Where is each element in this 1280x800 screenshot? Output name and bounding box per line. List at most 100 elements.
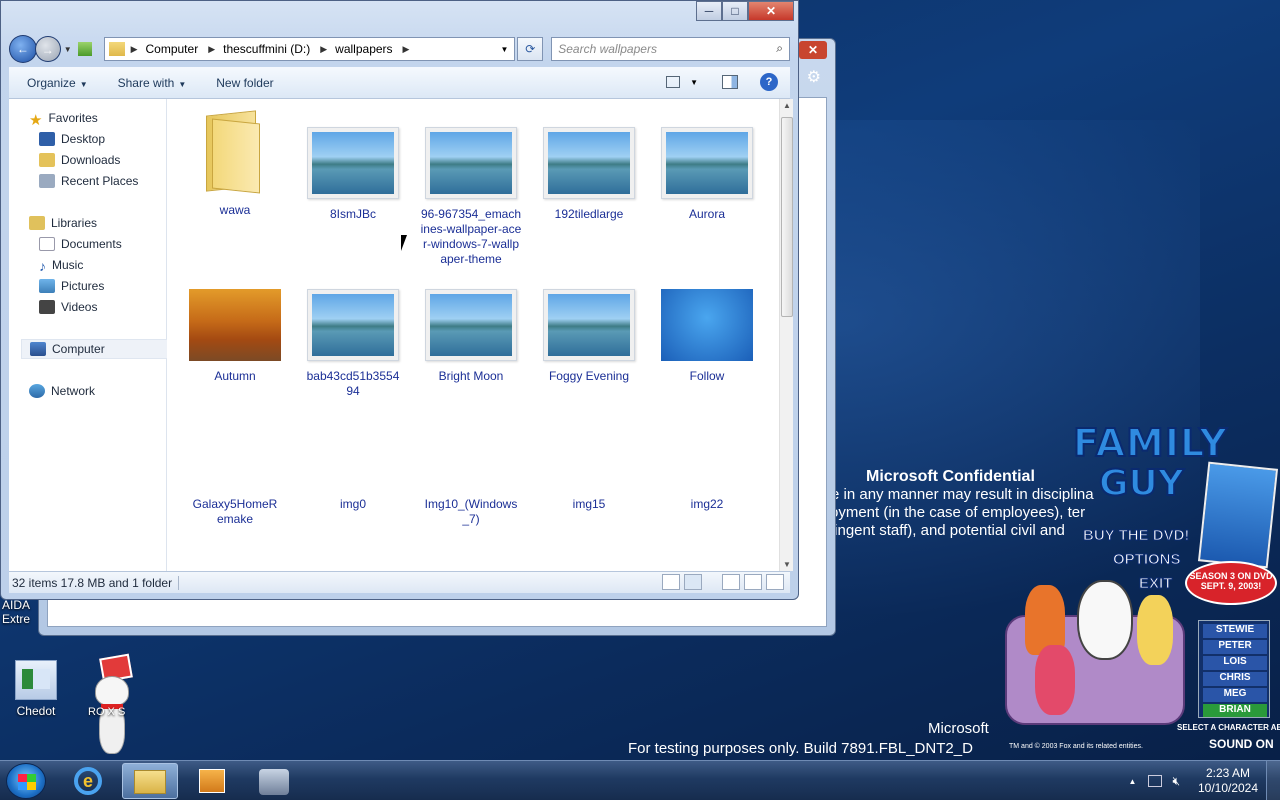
navigation-pane: ★ Favorites Desktop Downloads Recent Plac… xyxy=(9,99,173,571)
promo-buy-dvd[interactable]: BUY THE DVD! xyxy=(1082,527,1189,545)
nav-music[interactable]: ♪ Music xyxy=(39,258,84,274)
taskbar-explorer[interactable] xyxy=(122,763,178,799)
background-close-button[interactable]: ✕ xyxy=(799,41,827,59)
image-thumbnail xyxy=(543,127,635,199)
file-item[interactable]: 96-967354_emachines-wallpaper-acer-windo… xyxy=(416,127,526,267)
scroll-down-icon[interactable]: ▼ xyxy=(780,560,794,569)
clock[interactable]: 2:23 AM 10/10/2024 xyxy=(1190,766,1266,796)
char-chris[interactable]: CHRIS xyxy=(1203,672,1267,686)
nav-computer[interactable]: Computer xyxy=(21,339,173,359)
char-stewie[interactable]: STEWIE xyxy=(1203,624,1267,638)
change-view-icon[interactable] xyxy=(666,76,681,88)
chevron-down-icon[interactable]: ▼ xyxy=(690,78,698,87)
file-item[interactable]: Follow xyxy=(652,289,762,384)
volume-muted-icon[interactable]: 🔇︎ xyxy=(1172,774,1180,789)
close-button[interactable]: ✕ xyxy=(748,1,794,21)
minimize-button[interactable]: ─ xyxy=(696,1,722,21)
caption-buttons: ─ □ ✕ xyxy=(696,1,794,21)
taskbar-internet-explorer[interactable]: e xyxy=(60,763,116,799)
char-lois[interactable]: LOIS xyxy=(1203,656,1267,670)
scrollbar-thumb[interactable] xyxy=(781,117,793,317)
taskbar-media-player[interactable] xyxy=(184,763,240,799)
promo-options[interactable]: OPTIONS xyxy=(1113,551,1182,569)
file-item-wawa[interactable]: wawa xyxy=(180,105,290,218)
up-folder-icon[interactable] xyxy=(77,42,92,56)
details-view-icon[interactable] xyxy=(662,574,680,590)
nav-desktop[interactable]: Desktop xyxy=(39,132,105,146)
forward-button[interactable]: → xyxy=(34,36,61,62)
file-item[interactable]: Foggy Evening xyxy=(534,289,644,384)
nav-libraries-label: Libraries xyxy=(51,216,98,230)
thumbnails-view-icon[interactable] xyxy=(684,574,702,590)
file-item[interactable]: 8IsmJBc xyxy=(298,127,408,222)
breadcrumb-computer[interactable]: Computer xyxy=(146,42,199,56)
nav-videos[interactable]: Videos xyxy=(39,300,97,314)
chevron-right-icon[interactable]: ▶ xyxy=(320,44,327,55)
recent-pages-dropdown-icon[interactable]: ▼ xyxy=(64,45,72,54)
organize-button[interactable]: Organize ▼ xyxy=(27,76,88,90)
nav-recent-places[interactable]: Recent Places xyxy=(39,174,138,188)
start-button[interactable] xyxy=(6,763,46,799)
taskbar-family-guy[interactable] xyxy=(246,763,302,799)
nav-downloads[interactable]: Downloads xyxy=(39,153,120,167)
show-hidden-icons-icon[interactable]: ▲ xyxy=(1129,777,1137,786)
sound-toggle[interactable]: SOUND ON xyxy=(1209,737,1274,751)
desktop-icon-roblox[interactable]: RO X S xyxy=(74,653,146,756)
select-hint: SELECT A CHARACTER ABOVE xyxy=(1177,723,1280,732)
maximize-button[interactable]: □ xyxy=(722,1,748,21)
share-with-button[interactable]: Share with ▼ xyxy=(118,76,187,90)
layout-split-icon[interactable] xyxy=(744,574,762,590)
chevron-right-icon[interactable]: ▶ xyxy=(131,44,138,55)
nav-music-label: Music xyxy=(52,258,84,272)
file-item[interactable]: Galaxy5HomeRemake xyxy=(180,497,290,527)
chevron-right-icon[interactable]: ▶ xyxy=(208,44,215,55)
file-item[interactable]: Bright Moon xyxy=(416,289,526,384)
search-input[interactable]: Search wallpapers ⌕ xyxy=(551,37,790,61)
search-icon[interactable]: ⌕ xyxy=(776,41,783,56)
file-item[interactable]: Img10_(Windows_7) xyxy=(416,497,526,527)
file-item[interactable]: img22 xyxy=(652,497,762,512)
show-desktop-button[interactable] xyxy=(1266,761,1280,800)
nav-pictures-label: Pictures xyxy=(61,279,105,293)
layout-single-icon[interactable] xyxy=(722,574,740,590)
address-bar[interactable]: ▶ Computer ▶ thescuffmini (D:) ▶ wallpap… xyxy=(103,37,516,61)
char-brian[interactable]: BRIAN xyxy=(1203,704,1267,717)
refresh-button[interactable]: ⟳ xyxy=(517,37,544,61)
file-label: Img10_(Windows_7) xyxy=(424,497,518,526)
star-icon: ★ xyxy=(29,112,43,129)
new-folder-button[interactable]: New folder xyxy=(216,76,273,90)
layout-preview-icon[interactable] xyxy=(766,574,784,590)
back-button[interactable]: ← xyxy=(9,35,37,63)
vertical-scrollbar[interactable]: ▲ ▼ xyxy=(779,99,793,571)
file-item[interactable]: Aurora xyxy=(652,127,762,222)
nav-computer-label: Computer xyxy=(52,342,105,356)
nav-network[interactable]: Network xyxy=(29,384,95,398)
breadcrumb-drive[interactable]: thescuffmini (D:) xyxy=(223,42,310,56)
address-dropdown-icon[interactable]: ▼ xyxy=(500,45,508,54)
help-icon[interactable]: ? xyxy=(760,73,778,91)
desktop-icon-chedot[interactable]: Chedot xyxy=(0,660,72,718)
status-view-buttons xyxy=(662,574,784,590)
nav-videos-label: Videos xyxy=(61,300,98,314)
nav-pictures[interactable]: Pictures xyxy=(39,279,104,293)
file-item[interactable]: img15 xyxy=(534,497,644,512)
char-peter[interactable]: PETER xyxy=(1203,640,1267,654)
nav-libraries[interactable]: Libraries xyxy=(29,216,97,230)
documents-icon xyxy=(39,237,55,251)
breadcrumb-wallpapers[interactable]: wallpapers xyxy=(335,42,392,56)
gear-icon[interactable]: ⚙ xyxy=(807,67,821,87)
nav-favorites[interactable]: ★ Favorites xyxy=(29,111,98,129)
file-item[interactable]: bab43cd51b355494 xyxy=(298,289,408,399)
network-tray-icon[interactable] xyxy=(1148,775,1163,787)
file-item[interactable]: Autumn xyxy=(180,289,290,384)
share-with-label: Share with xyxy=(117,75,175,90)
nav-documents[interactable]: Documents xyxy=(39,237,122,251)
file-item[interactable]: img0 xyxy=(298,497,408,512)
char-meg[interactable]: MEG xyxy=(1203,688,1267,702)
preview-pane-icon[interactable] xyxy=(722,75,738,89)
chedot-icon xyxy=(15,660,57,700)
scroll-up-icon[interactable]: ▲ xyxy=(780,101,794,110)
chevron-right-icon[interactable]: ▶ xyxy=(403,44,410,55)
file-item[interactable]: 192tiledlarge xyxy=(534,127,644,222)
explorer-window[interactable]: ─ □ ✕ ← → ▼ ▶ Computer ▶ thescuffmini (D… xyxy=(0,0,799,600)
